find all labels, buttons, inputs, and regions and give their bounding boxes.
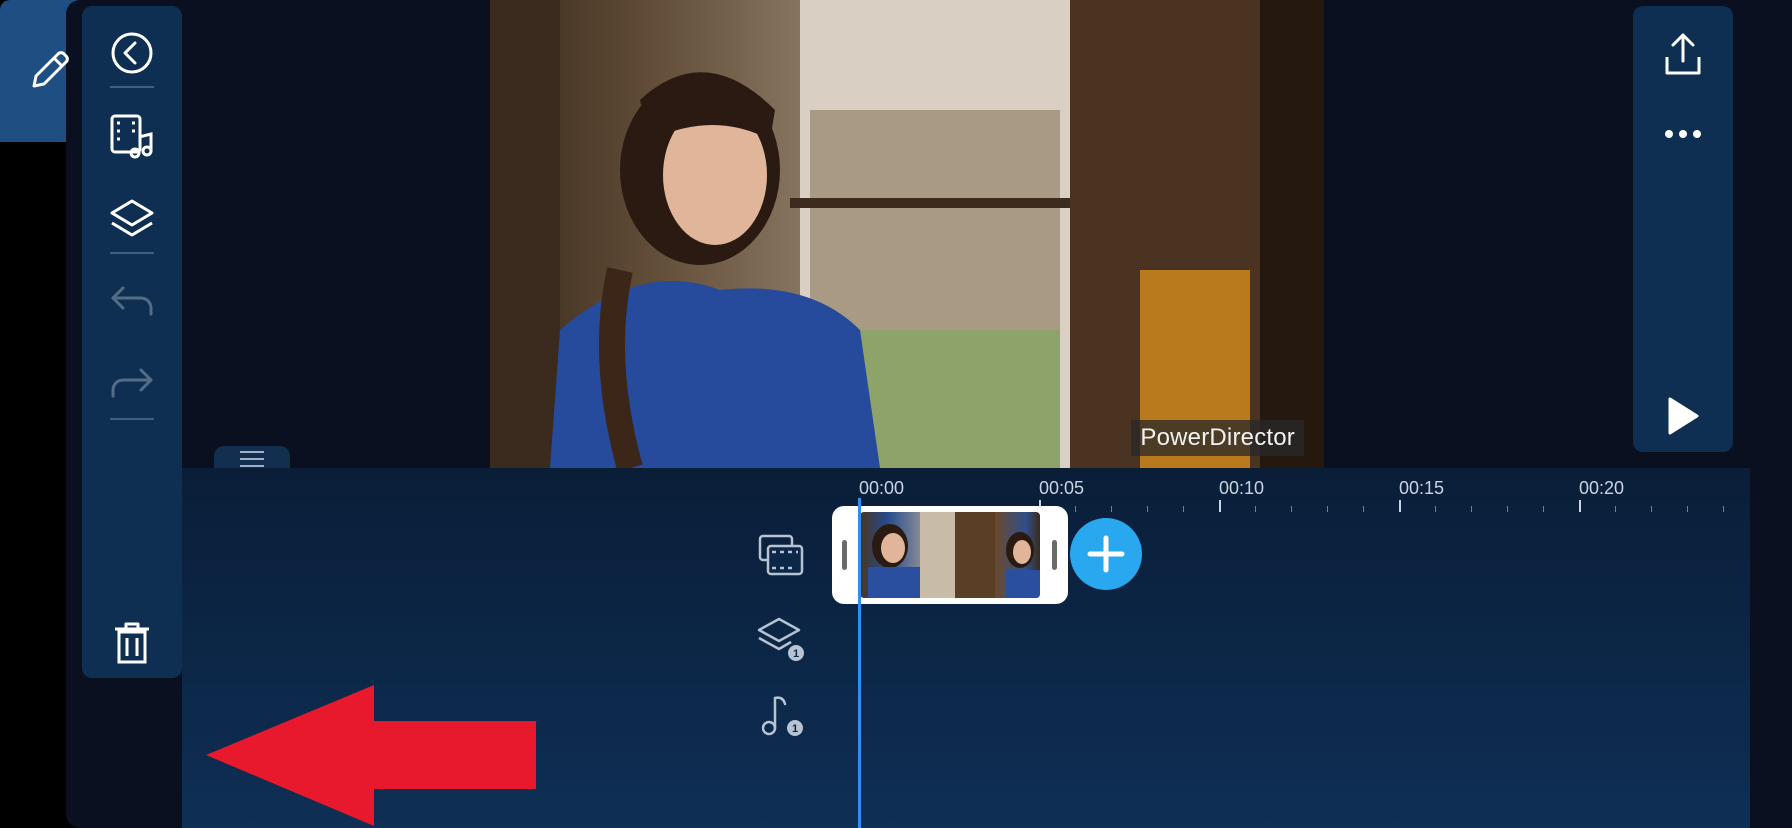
ruler-minor-tick — [1327, 506, 1328, 512]
layers-icon — [110, 199, 154, 237]
ruler-minor-tick — [1291, 506, 1292, 512]
media-library-button[interactable] — [82, 106, 182, 166]
ruler-tick-label: 00:10 — [1219, 478, 1265, 498]
ruler-minor-tick — [1183, 506, 1184, 512]
layers-track-icon: 1 — [757, 617, 804, 661]
ruler-minor-tick — [1363, 506, 1364, 512]
red-arrow-annotation — [206, 685, 536, 826]
ruler-minor-tick — [1687, 506, 1688, 512]
play-icon — [1668, 397, 1699, 435]
ruler-minor-tick — [1255, 506, 1256, 512]
ruler-minor-tick — [1723, 506, 1724, 512]
clip-thumbnail-strip — [860, 512, 1040, 598]
toolbar-separator — [110, 418, 154, 420]
ruler-tick-label: 00:00 — [859, 478, 905, 498]
video-track-icon — [758, 534, 804, 576]
clip-trim-handle-left[interactable] — [842, 540, 847, 570]
video-track-header[interactable] — [756, 530, 806, 580]
audio-track-header[interactable]: 1 — [756, 690, 806, 740]
undo-button[interactable] — [82, 271, 182, 331]
ruler-minor-tick — [1111, 506, 1112, 512]
more-horizontal-icon — [1665, 130, 1701, 138]
media-music-icon — [110, 114, 153, 159]
overlay-track-badge: 1 — [793, 648, 799, 660]
music-note-icon: 1 — [761, 696, 803, 736]
ruler-minor-tick — [1147, 506, 1148, 512]
toolbar-separator — [110, 252, 154, 254]
ruler-minor-tick — [1435, 506, 1436, 512]
ruler-tick-label: 00:20 — [1579, 478, 1625, 498]
ruler-tick-label: 00:15 — [1399, 478, 1445, 498]
menu-lines-icon — [240, 451, 264, 467]
ruler-major-tick — [1399, 500, 1401, 512]
back-circle-icon — [111, 32, 153, 74]
redo-button[interactable] — [82, 353, 182, 413]
ruler-tick-label: 00:05 — [1039, 478, 1085, 498]
export-button[interactable] — [1633, 24, 1733, 84]
audio-track-badge: 1 — [792, 723, 798, 735]
more-button[interactable] — [1633, 104, 1733, 164]
redo-icon — [111, 368, 153, 398]
clip-trim-handle-right[interactable] — [1052, 540, 1057, 570]
trash-icon — [115, 622, 149, 664]
preview-frame-image — [490, 0, 1324, 468]
ruler-major-tick — [1219, 500, 1221, 512]
pencil-icon — [32, 51, 69, 88]
red-arrow-shape — [206, 685, 536, 826]
ruler-major-tick — [1579, 500, 1581, 512]
play-button[interactable] — [1633, 386, 1733, 446]
video-clip[interactable] — [832, 506, 1068, 604]
toolbar-separator — [110, 86, 154, 88]
watermark-label: PowerDirector — [1131, 420, 1304, 456]
ruler-minor-tick — [1615, 506, 1616, 512]
ruler-minor-tick — [1543, 506, 1544, 512]
playhead[interactable] — [858, 498, 861, 828]
plus-icon — [1087, 535, 1125, 573]
right-toolbar — [1633, 6, 1733, 452]
overlay-track-header[interactable]: 1 — [756, 614, 806, 664]
share-upload-icon — [1665, 33, 1701, 75]
add-clip-button[interactable] — [1070, 518, 1142, 590]
undo-icon — [111, 286, 153, 316]
left-toolbar — [82, 6, 182, 678]
video-preview[interactable]: PowerDirector — [490, 0, 1324, 468]
layers-button[interactable] — [82, 189, 182, 249]
ruler-minor-tick — [1471, 506, 1472, 512]
delete-button[interactable] — [82, 613, 182, 673]
ruler-minor-tick — [1507, 506, 1508, 512]
ruler-minor-tick — [1651, 506, 1652, 512]
ruler-minor-tick — [1075, 506, 1076, 512]
